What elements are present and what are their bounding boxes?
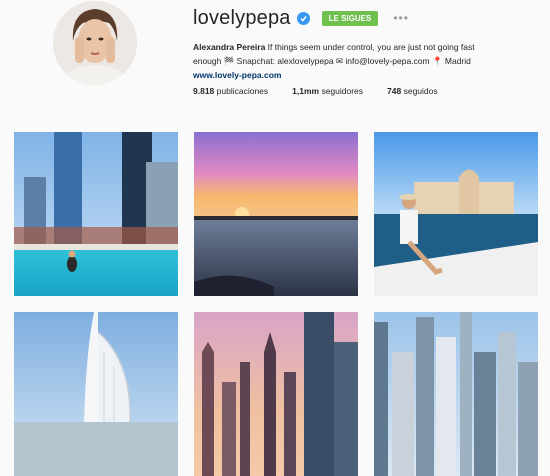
bio-text-line-1: If things seem under control, you are ju… <box>265 42 475 52</box>
verified-badge-icon <box>296 11 310 25</box>
bio-full-name: Alexandra Pereira <box>193 42 266 52</box>
post-thumbnail[interactable] <box>374 132 538 296</box>
website-link[interactable]: www.lovely-pepa.com <box>193 68 493 82</box>
post-thumbnail[interactable] <box>194 312 358 476</box>
post-thumbnail[interactable] <box>14 132 178 296</box>
post-thumbnail[interactable] <box>374 312 538 476</box>
profile-stats: 9.818 publicaciones 1,1mm seguidores 748… <box>193 86 462 96</box>
avatar[interactable] <box>53 1 137 85</box>
bio: Alexandra Pereira If things seem under c… <box>193 40 493 82</box>
post-thumbnail[interactable] <box>194 132 358 296</box>
followers-count[interactable]: 1,1mm seguidores <box>292 86 363 96</box>
posts-count: 9.818 publicaciones <box>193 86 269 96</box>
following-count[interactable]: 748 seguidos <box>387 86 438 96</box>
post-thumbnail[interactable] <box>14 312 178 476</box>
more-options-icon[interactable]: ••• <box>393 11 409 25</box>
username: lovelypepa <box>193 6 291 29</box>
profile-header: lovelypepa LE SIGUES ••• Alexandra Perei… <box>0 0 550 110</box>
following-button[interactable]: LE SIGUES <box>321 10 379 26</box>
bio-text-line-2: enough 🏁 Snapchat: alexlovelypepa ✉ info… <box>193 56 471 66</box>
username-row: lovelypepa LE SIGUES ••• <box>193 5 409 31</box>
